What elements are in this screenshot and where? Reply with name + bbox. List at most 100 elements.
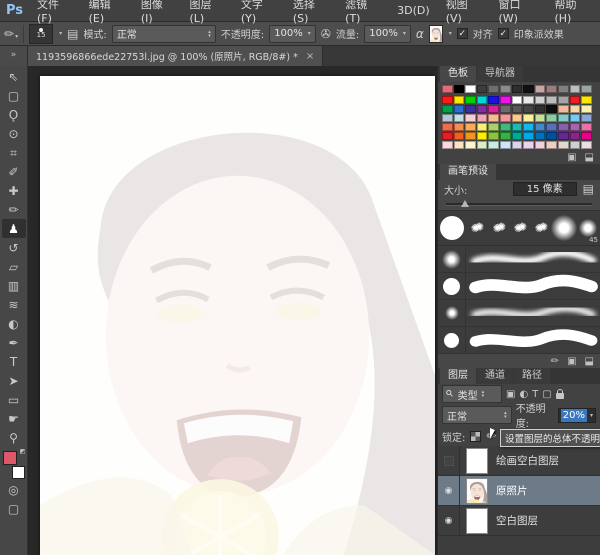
color-swatch[interactable]: [442, 123, 453, 131]
brush-stroke-preset-soft-2[interactable]: [438, 300, 600, 327]
color-swatch[interactable]: [500, 132, 511, 140]
tab-paths[interactable]: 路径: [514, 368, 550, 384]
color-swatch[interactable]: [523, 132, 534, 140]
slider-thumb[interactable]: [461, 200, 469, 207]
color-swatch[interactable]: [477, 114, 488, 122]
brush-tip-scatter-3[interactable]: ✺✺: [508, 212, 527, 244]
color-swatch[interactable]: [465, 123, 476, 131]
layer-row-paint-blank[interactable]: 绘画空白图层: [438, 446, 600, 476]
color-swatch[interactable]: [581, 96, 592, 104]
color-swatch[interactable]: [523, 96, 534, 104]
color-swatch[interactable]: [465, 96, 476, 104]
color-swatch[interactable]: [570, 123, 581, 131]
color-swatch[interactable]: [546, 85, 557, 93]
color-swatch[interactable]: [500, 96, 511, 104]
layer-thumbnail-blank[interactable]: [466, 448, 488, 474]
layer-opacity-field[interactable]: 20% ▾: [558, 408, 596, 423]
impressionist-checkbox[interactable]: ✓: [498, 28, 509, 39]
color-swatch[interactable]: [454, 123, 465, 131]
color-swatch[interactable]: [488, 132, 499, 140]
menu-image[interactable]: 图像(I): [133, 0, 182, 25]
color-swatch[interactable]: [523, 85, 534, 93]
new-brush-icon[interactable]: ▣: [567, 356, 576, 367]
color-swatch[interactable]: [500, 123, 511, 131]
layer-row-blank[interactable]: ◉ 空白图层: [438, 506, 600, 536]
color-swatch[interactable]: [523, 123, 534, 131]
pattern-arrow-icon[interactable]: ▾: [449, 30, 452, 37]
color-swatch[interactable]: [546, 132, 557, 140]
color-swatch[interactable]: [454, 105, 465, 113]
brush-stroke-preset-hard-1[interactable]: [438, 273, 600, 300]
tool-move[interactable]: ⇖: [2, 67, 26, 86]
quick-mask-button[interactable]: ◎: [2, 480, 26, 499]
tool-rectangle[interactable]: ▭: [2, 390, 26, 409]
tool-eraser[interactable]: ▱: [2, 257, 26, 276]
color-swatch[interactable]: [535, 105, 546, 113]
color-swatch[interactable]: [535, 85, 546, 93]
color-swatch[interactable]: [546, 96, 557, 104]
color-swatch[interactable]: [477, 105, 488, 113]
color-swatch[interactable]: [558, 105, 569, 113]
color-swatch[interactable]: [581, 123, 592, 131]
color-swatch[interactable]: [442, 114, 453, 122]
align-checkbox[interactable]: ✓: [457, 28, 468, 39]
color-swatch[interactable]: [477, 96, 488, 104]
layer-row-original-photo[interactable]: ◉ 原照片: [438, 476, 600, 506]
color-swatch[interactable]: [570, 141, 581, 149]
color-swatch[interactable]: [488, 114, 499, 122]
toggle-brush-panel-icon[interactable]: ▤: [67, 28, 78, 40]
color-swatch[interactable]: [581, 132, 592, 140]
color-swatch[interactable]: [488, 141, 499, 149]
color-swatch[interactable]: [442, 85, 453, 93]
color-swatch[interactable]: [546, 114, 557, 122]
tool-type[interactable]: T: [2, 352, 26, 371]
color-swatch[interactable]: [570, 85, 581, 93]
color-swatch[interactable]: [570, 132, 581, 140]
brush-size-value[interactable]: 15 像素: [513, 182, 577, 196]
color-swatch[interactable]: [488, 105, 499, 113]
color-swatch[interactable]: [535, 123, 546, 131]
menu-window[interactable]: 窗口(W): [490, 0, 546, 25]
color-swatch[interactable]: [570, 105, 581, 113]
filter-type-layers-icon[interactable]: T: [532, 389, 538, 400]
color-swatch[interactable]: [558, 96, 569, 104]
brush-tip-scatter-1[interactable]: ✺✺: [466, 212, 485, 244]
brush-preset-picker[interactable]: 15: [29, 24, 53, 44]
color-swatch[interactable]: [570, 114, 581, 122]
filter-smart-object-lock-icon[interactable]: [556, 393, 564, 399]
color-swatch[interactable]: [558, 123, 569, 131]
tool-quick-selection[interactable]: ⊙: [2, 124, 26, 143]
color-swatch[interactable]: [535, 132, 546, 140]
color-swatch[interactable]: [512, 114, 523, 122]
tool-clone-stamp[interactable]: ♟: [2, 219, 26, 238]
tab-layers[interactable]: 图层: [440, 368, 476, 384]
layer-thumbnail-blank[interactable]: [466, 508, 488, 534]
visibility-toggle[interactable]: ◉: [438, 506, 460, 535]
brush-size-slider[interactable]: [438, 198, 600, 210]
brush-tip-scatter-4[interactable]: ✺✺: [530, 212, 549, 244]
foreground-color-swatch[interactable]: [3, 451, 17, 465]
visibility-toggle[interactable]: ◉: [438, 476, 460, 505]
menu-file[interactable]: 文件(F): [29, 0, 81, 25]
color-swatch[interactable]: [454, 96, 465, 104]
tool-zoom[interactable]: ⚲: [2, 428, 26, 447]
tool-crop[interactable]: ⌗: [2, 143, 26, 162]
brush-tip-scatter-2[interactable]: ✺✺: [487, 212, 506, 244]
color-swatch[interactable]: [523, 141, 534, 149]
tool-preset-icon[interactable]: ✏▾: [4, 28, 18, 40]
color-swatch[interactable]: [546, 141, 557, 149]
color-swatch[interactable]: [465, 132, 476, 140]
brush-picker-arrow-icon[interactable]: ▾: [59, 30, 62, 37]
color-swatch[interactable]: [512, 96, 523, 104]
menu-help[interactable]: 帮助(H): [546, 0, 600, 25]
color-swatch[interactable]: [454, 85, 465, 93]
menu-edit[interactable]: 编辑(E): [81, 0, 133, 25]
stroke-preview-icon[interactable]: ✏: [551, 356, 559, 367]
color-swatch[interactable]: [442, 132, 453, 140]
tool-spot-healing-brush[interactable]: ✚: [2, 181, 26, 200]
color-swatch[interactable]: [512, 132, 523, 140]
color-swatch[interactable]: [500, 114, 511, 122]
color-swatch[interactable]: [523, 114, 534, 122]
brush-tip-hard-round[interactable]: [440, 212, 464, 244]
color-swatch[interactable]: [570, 96, 581, 104]
